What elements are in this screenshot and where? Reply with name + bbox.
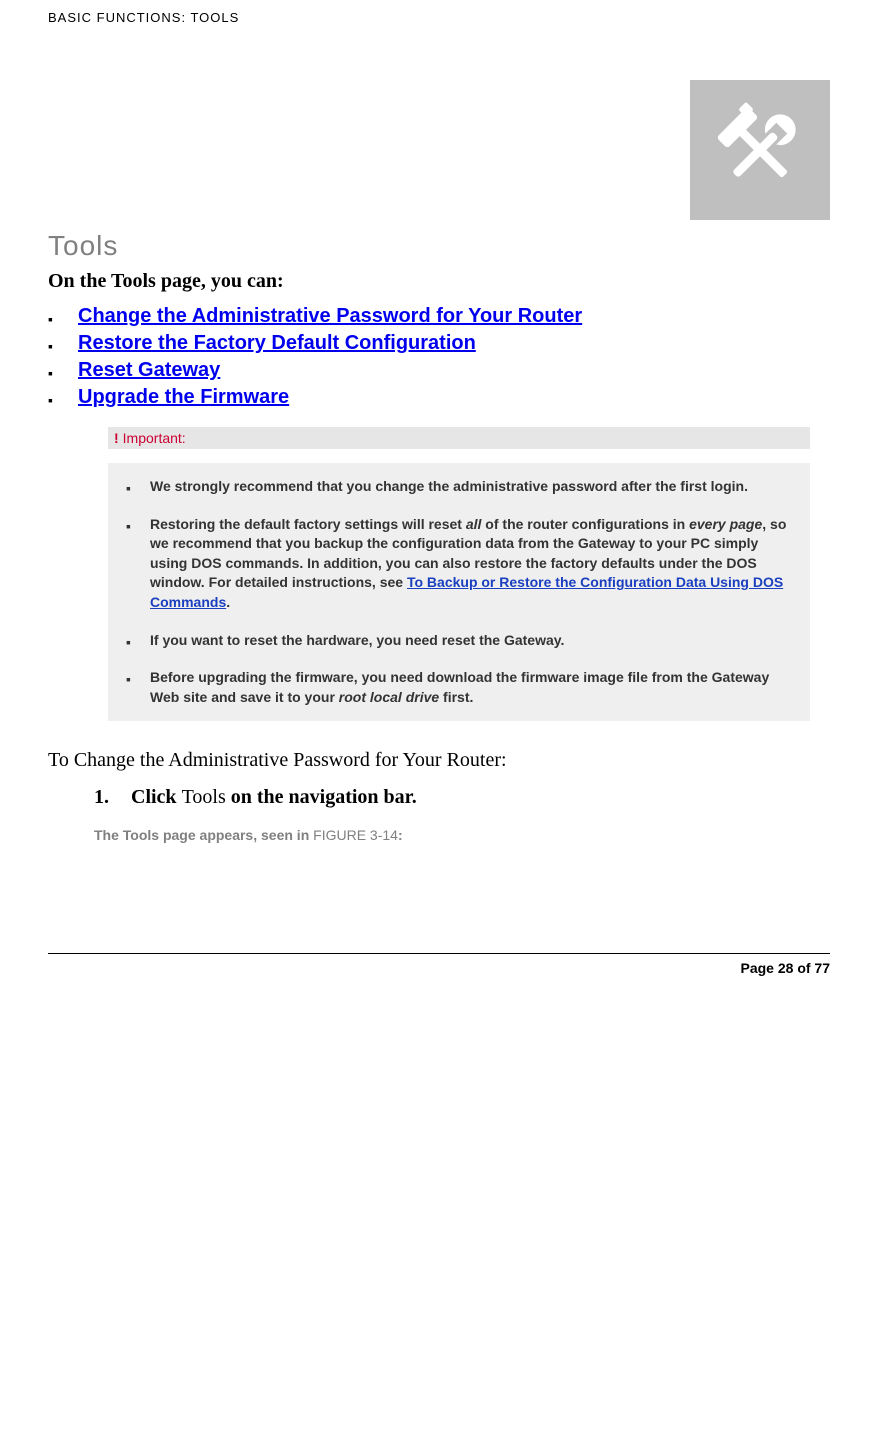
step-1: 1. Click Tools on the navigation bar. — [94, 786, 830, 809]
step-result: The Tools page appears, seen in FIGURE 3… — [94, 827, 830, 843]
important-callout: !Important: We strongly recommend that y… — [108, 427, 810, 721]
step-number: 1. — [94, 786, 109, 809]
important-item-1: We strongly recommend that you change th… — [126, 477, 792, 497]
action-links: Change the Administrative Password for Y… — [48, 305, 830, 409]
tools-icon — [690, 80, 830, 220]
important-header: !Important: — [108, 427, 810, 449]
important-item-2: Restoring the default factory settings w… — [126, 515, 792, 613]
link-upgrade-firmware[interactable]: Upgrade the Firmware — [48, 386, 830, 409]
page-footer: Page 28 of 77 — [48, 953, 830, 976]
figure-ref: FIGURE 3-14 — [313, 827, 398, 843]
page-title: Tools — [48, 230, 830, 262]
intro-text: On the Tools page, you can: — [48, 270, 830, 293]
link-reset-gateway[interactable]: Reset Gateway — [48, 359, 830, 382]
section-heading: To Change the Administrative Password fo… — [48, 749, 830, 772]
link-restore-defaults[interactable]: Restore the Factory Default Configuratio… — [48, 332, 830, 355]
important-item-4: Before upgrading the firmware, you need … — [126, 668, 792, 707]
important-item-3: If you want to reset the hardware, you n… — [126, 631, 792, 651]
link-change-password[interactable]: Change the Administrative Password for Y… — [48, 305, 830, 328]
page-header: BASIC FUNCTIONS: TOOLS — [48, 10, 830, 25]
important-label: Important: — [123, 430, 186, 446]
warning-icon: ! — [114, 430, 119, 446]
